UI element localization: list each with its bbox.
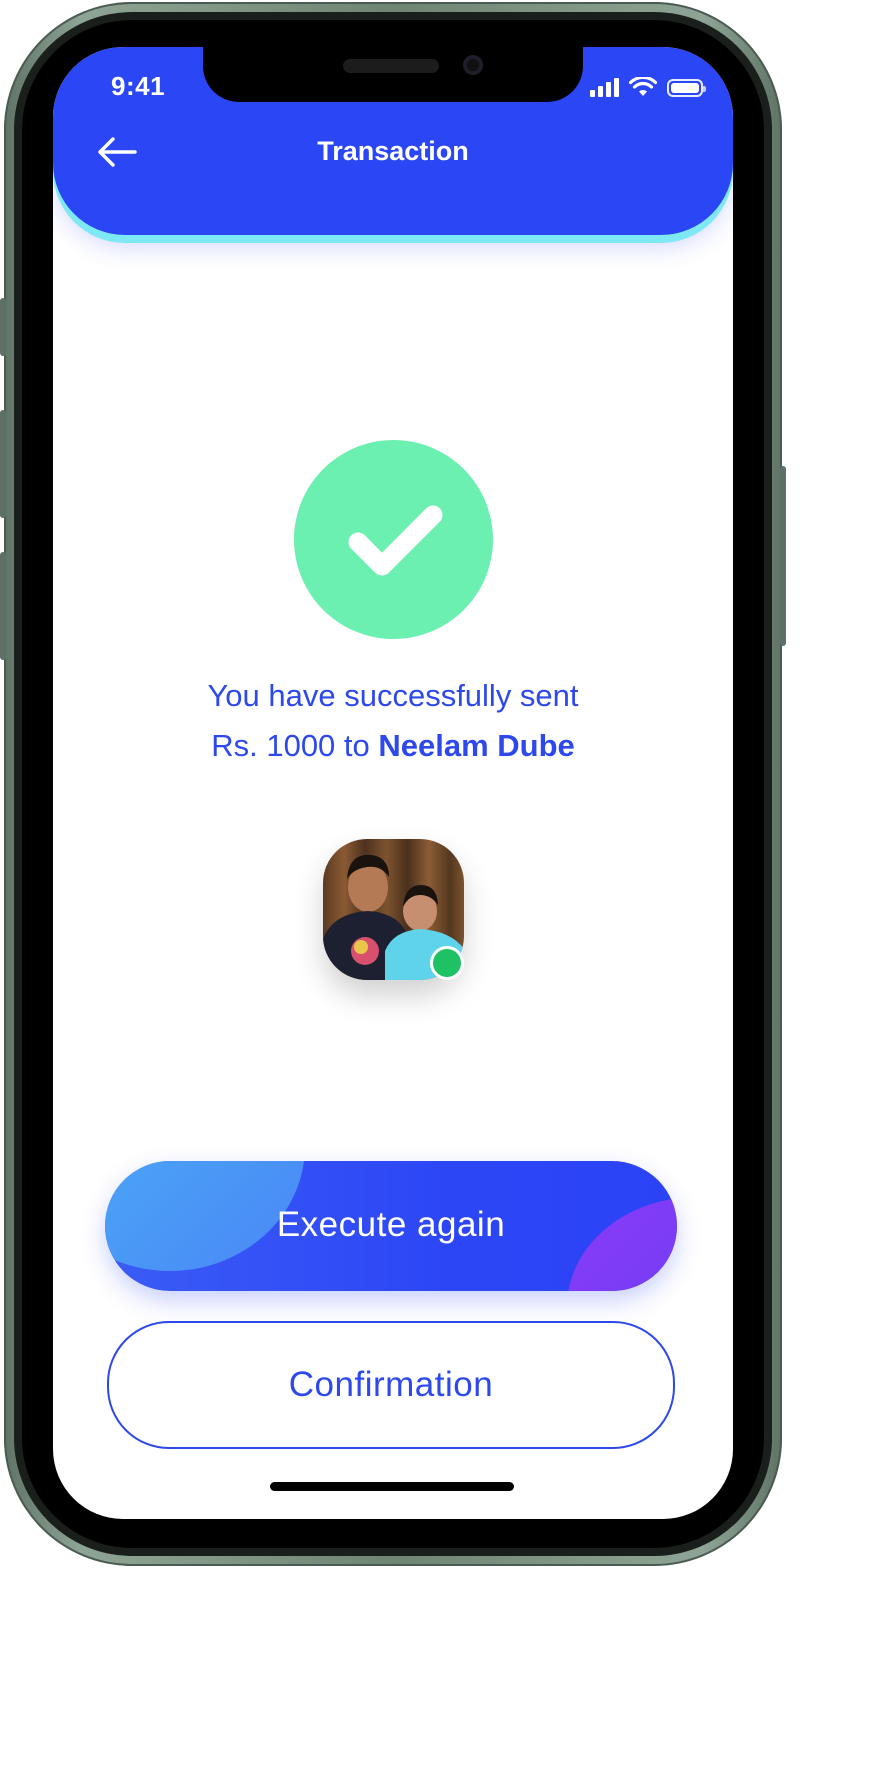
amount-line: Rs. 1000 to Neelam Dube bbox=[53, 721, 733, 771]
device-notch bbox=[203, 47, 583, 102]
cellular-signal-icon bbox=[590, 77, 619, 97]
execute-again-label: Execute again bbox=[276, 1205, 506, 1244]
home-indicator[interactable] bbox=[270, 1482, 514, 1491]
phone-screen: 9:41 Transaction You have successfully s… bbox=[53, 47, 733, 1519]
mute-switch bbox=[0, 298, 6, 356]
battery-icon bbox=[667, 79, 706, 97]
volume-down-button bbox=[0, 552, 6, 660]
power-button bbox=[780, 466, 786, 646]
speaker-grille bbox=[343, 59, 439, 73]
volume-up-button bbox=[0, 410, 6, 518]
success-message-line: You have successfully sent bbox=[207, 678, 579, 713]
success-badge bbox=[294, 440, 493, 639]
front-camera bbox=[463, 55, 483, 75]
confirmation-label: Confirmation bbox=[288, 1365, 494, 1404]
online-status-indicator bbox=[430, 946, 464, 980]
execute-again-button[interactable]: Execute again bbox=[105, 1161, 677, 1291]
checkmark-icon bbox=[348, 505, 443, 576]
status-time: 9:41 bbox=[111, 71, 166, 101]
amount-text: Rs. 1000 to bbox=[211, 728, 379, 763]
status-icons bbox=[590, 77, 706, 97]
success-message: You have successfully sent Rs. 1000 to N… bbox=[53, 671, 733, 771]
page-title: Transaction bbox=[317, 136, 469, 166]
wifi-icon bbox=[629, 77, 657, 96]
confirmation-button[interactable]: Confirmation bbox=[107, 1321, 675, 1449]
recipient-name: Neelam Dube bbox=[378, 728, 575, 763]
